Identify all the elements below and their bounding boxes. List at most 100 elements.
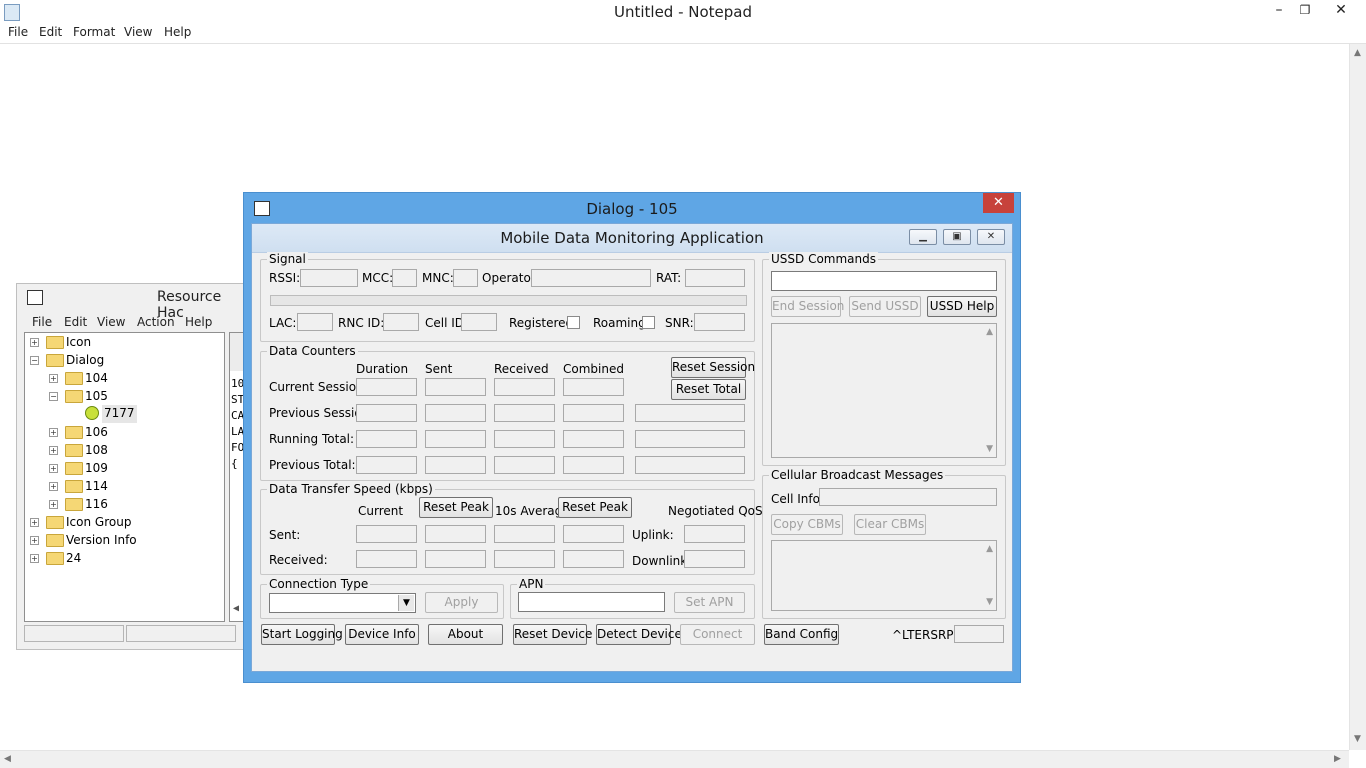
ussd-response-area[interactable]: ▲ ▼ [771,323,997,458]
send-ussd-button[interactable]: Send USSD [849,296,921,317]
tree-item-7177[interactable]: 7177 [102,405,137,423]
scroll-left-icon[interactable]: ◀ [233,603,239,614]
rh-menu-help[interactable]: Help [185,315,212,329]
expand-icon[interactable]: + [49,446,58,455]
collapse-icon[interactable]: − [49,392,58,401]
expand-icon[interactable]: + [30,536,39,545]
minimize-button[interactable]: – [1266,0,1292,22]
vertical-scrollbar[interactable]: ▲ ▼ [1349,44,1366,750]
registered-checkbox[interactable] [567,316,580,329]
tree-item-114[interactable]: 114 [85,478,108,496]
detect-device-button[interactable]: Detect Device [596,624,682,645]
tree-item-104[interactable]: 104 [85,370,108,388]
tree-item-105[interactable]: 105 [85,388,108,406]
expand-icon[interactable]: + [49,428,58,437]
sent-label: Sent: [269,528,301,542]
roaming-checkbox[interactable] [642,316,655,329]
app-icon [27,290,43,305]
scroll-right-icon[interactable]: ▶ [1334,754,1341,764]
lac-field [297,313,333,331]
rh-menu-action[interactable]: Action [137,315,175,329]
folder-icon [65,498,83,511]
ussd-input[interactable] [771,271,997,291]
received-header: Received [494,362,549,376]
close-button[interactable]: ✕ [1318,0,1364,22]
counter-field [356,430,417,448]
status-pane [126,625,236,642]
rh-menu-edit[interactable]: Edit [64,315,87,329]
copy-cbms-button[interactable]: Copy CBMs [771,514,843,535]
expand-icon[interactable]: + [49,482,58,491]
expand-icon[interactable]: + [30,554,39,563]
tree-item-version-info[interactable]: Version Info [66,532,137,550]
expand-icon[interactable]: + [30,518,39,527]
expand-icon[interactable]: + [49,374,58,383]
reset-total-button[interactable]: Reset Total [671,379,746,400]
cbm-messages-area[interactable]: ▲ ▼ [771,540,997,611]
restore-button[interactable]: ❐ [1292,0,1318,22]
band-config-button[interactable]: Band Config [764,624,839,645]
chevron-down-icon[interactable]: ▼ [398,595,414,611]
scroll-up-icon[interactable]: ▲ [986,544,993,554]
folder-icon [46,552,64,565]
reset-device-button[interactable]: Reset Device [513,624,592,645]
collapse-icon[interactable]: − [30,356,39,365]
clear-cbms-button[interactable]: Clear CBMs [854,514,926,535]
counter-field [563,456,624,474]
menu-view[interactable]: View [124,25,152,39]
tree-item-icon[interactable]: Icon [66,334,91,352]
duration-header: Duration [356,362,409,376]
tree-item-24[interactable]: 24 [66,550,81,568]
menu-format[interactable]: Format [73,25,115,39]
scroll-down-icon[interactable]: ▼ [1354,734,1361,744]
start-logging-button[interactable]: Start Logging [261,624,343,645]
apply-button[interactable]: Apply [425,592,498,613]
speed-field [494,525,555,543]
folder-icon [46,516,64,529]
menu-file[interactable]: File [8,25,28,39]
about-button[interactable]: About [428,624,503,645]
expand-icon[interactable]: + [49,500,58,509]
resource-tree[interactable]: + Icon − Dialog + 104 − 105 7177 + 106 +… [24,332,225,622]
scroll-up-icon[interactable]: ▲ [1354,48,1361,58]
expand-icon[interactable]: + [30,338,39,347]
folder-icon [65,462,83,475]
reset-peak-button[interactable]: Reset Peak [419,497,493,518]
ussd-help-button[interactable]: USSD Help [927,296,997,317]
menu-edit[interactable]: Edit [39,25,62,39]
apn-input[interactable] [518,592,665,612]
tree-item-116[interactable]: 116 [85,496,108,514]
reset-session-button[interactable]: Reset Session [671,357,755,378]
rh-menu-view[interactable]: View [97,315,125,329]
rh-menu-file[interactable]: File [32,315,52,329]
scroll-down-icon[interactable]: ▼ [986,597,993,607]
menu-help[interactable]: Help [164,25,191,39]
scroll-up-icon[interactable]: ▲ [986,327,993,337]
minimize-button[interactable]: ▁ [909,229,937,245]
close-button[interactable]: ✕ [983,193,1014,213]
tree-item-106[interactable]: 106 [85,424,108,442]
counter-field [425,456,486,474]
close-button[interactable]: ✕ [977,229,1005,245]
tree-item-109[interactable]: 109 [85,460,108,478]
horizontal-scrollbar[interactable]: ◀ ▶ [0,750,1349,768]
lac-label: LAC: [269,316,297,330]
device-info-button[interactable]: Device Info [345,624,419,645]
lterssp-field [954,625,1004,643]
scroll-down-icon[interactable]: ▼ [986,444,993,454]
speed-field [563,550,624,568]
maximize-button[interactable]: ▣ [943,229,971,245]
group-label: Data Counters [267,344,358,358]
scroll-left-icon[interactable]: ◀ [4,754,11,764]
group-label: APN [517,577,546,591]
tree-item-dialog[interactable]: Dialog [66,352,104,370]
reset-peak-button[interactable]: Reset Peak [558,497,632,518]
end-session-button[interactable]: End Session [771,296,844,317]
tree-item-108[interactable]: 108 [85,442,108,460]
connection-type-select[interactable]: ▼ [269,593,416,613]
expand-icon[interactable]: + [49,464,58,473]
signal-strength-bar [270,295,747,306]
connect-button[interactable]: Connect [680,624,755,645]
set-apn-button[interactable]: Set APN [674,592,745,613]
tree-item-icon-group[interactable]: Icon Group [66,514,131,532]
